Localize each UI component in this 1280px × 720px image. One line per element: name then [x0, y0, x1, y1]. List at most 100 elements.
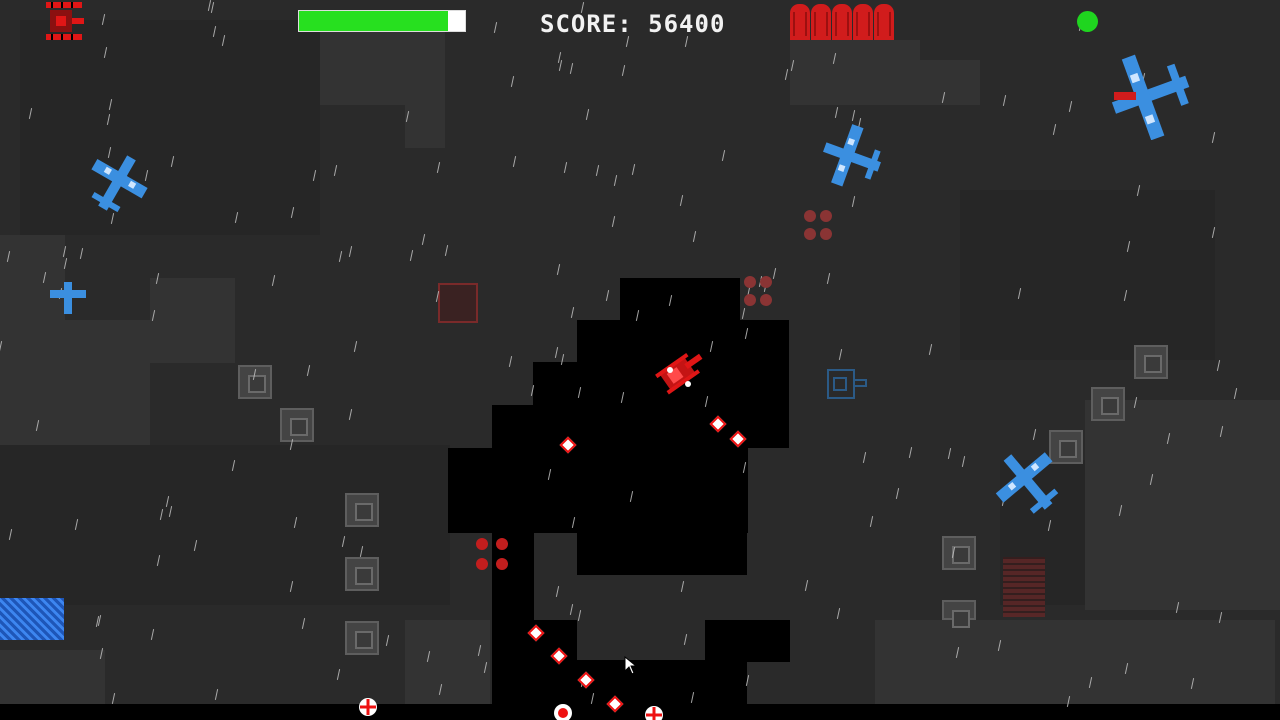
- rain-drop: [555, 586, 560, 597]
- terrain-dark: [960, 190, 1215, 360]
- rain-drop: [631, 164, 636, 175]
- rain-drop: [570, 307, 575, 318]
- rain-drop: [336, 669, 341, 680]
- terrain-light: [790, 40, 920, 105]
- status-indicator: [1077, 11, 1098, 32]
- rain-drop: [79, 248, 84, 259]
- rain-drop: [683, 634, 688, 645]
- rain-drop: [1032, 429, 1037, 440]
- explosion-marker: [554, 704, 572, 720]
- terrain-light: [0, 235, 65, 445]
- bottom-bar: [0, 704, 1280, 720]
- rain-drop: [271, 275, 276, 286]
- rain-drop: [421, 234, 426, 245]
- rain-drop: [826, 273, 831, 284]
- player-life-icon: [46, 2, 84, 40]
- rain-drop: [851, 196, 856, 207]
- rain-drop: [556, 264, 561, 275]
- crater-void: [448, 448, 748, 533]
- health-bar: [298, 10, 466, 32]
- rain-drop: [1233, 388, 1238, 399]
- terrain-light: [1085, 400, 1280, 610]
- rain-drop: [558, 60, 563, 71]
- rain-drop: [210, 2, 215, 13]
- rain-drop: [836, 608, 841, 619]
- rain-drop: [908, 447, 913, 458]
- rain-drop: [804, 580, 809, 591]
- terrain-light: [875, 620, 1275, 705]
- ammo-shell-icon: [853, 4, 873, 40]
- ammo-shell-icon: [811, 4, 831, 40]
- crate-block: [280, 408, 314, 442]
- enemy-plane: [995, 452, 1059, 514]
- rain-drop: [444, 245, 449, 256]
- enemy-plane: [91, 155, 148, 213]
- ammo-counter: [790, 4, 894, 40]
- rain-drop: [512, 156, 517, 167]
- terrain-light: [0, 650, 105, 705]
- rain-drop: [862, 452, 867, 463]
- rain-drop: [348, 409, 353, 420]
- rain-drop: [947, 448, 952, 459]
- rain-drop: [838, 349, 843, 360]
- rain-drop: [301, 618, 306, 629]
- rain-drop: [563, 162, 568, 173]
- rain-drop: [436, 162, 441, 173]
- rain-drop: [348, 246, 353, 257]
- terrain-light: [405, 620, 490, 705]
- rain-drop: [338, 251, 343, 262]
- rain-drop: [895, 488, 900, 499]
- rain-drop: [851, 110, 856, 121]
- terrain-light: [915, 60, 980, 105]
- crater-void: [620, 278, 740, 323]
- water-tile: [0, 598, 64, 640]
- ammo-shell-icon: [832, 4, 852, 40]
- rain-drop: [928, 344, 933, 355]
- rain-drop: [613, 175, 618, 186]
- enemy-tank-faded: [827, 369, 867, 399]
- rain-drop: [834, 107, 839, 118]
- rain-drop: [385, 635, 390, 646]
- debris-pile: [744, 276, 772, 306]
- terrain-dark: [0, 445, 450, 605]
- rain-drop: [510, 76, 515, 87]
- rain-drop: [595, 165, 600, 176]
- terrain-light: [320, 30, 445, 105]
- enemy-bunker: [438, 283, 478, 323]
- rain-drop: [1216, 360, 1221, 371]
- enemy-plane: [823, 124, 881, 187]
- rain-drop: [621, 65, 626, 76]
- rain-drop: [611, 216, 616, 227]
- rain-drop: [554, 347, 559, 358]
- rain-drop: [605, 290, 610, 301]
- ammo-shell-icon: [790, 4, 810, 40]
- health-bar-fill: [299, 11, 449, 31]
- rain-drop: [214, 689, 219, 700]
- enemy-plane: [50, 282, 86, 314]
- brick-wall: [1003, 557, 1045, 617]
- rain-drop: [493, 22, 498, 33]
- terrain-light: [65, 320, 150, 445]
- rain-drop: [306, 365, 311, 376]
- rain-drop: [353, 341, 358, 352]
- rain-drop: [333, 165, 338, 176]
- game-viewport[interactable]: SCORE: 56400: [0, 0, 1280, 720]
- crate-block: [1091, 387, 1125, 421]
- rain-drop: [577, 610, 582, 621]
- crater-void: [577, 530, 747, 575]
- crate-block: [942, 536, 976, 570]
- rain-drop: [721, 150, 726, 161]
- crate-block: [942, 600, 976, 628]
- debris-pile: [476, 538, 508, 570]
- ammo-shell-icon: [874, 4, 894, 40]
- rain-drop: [1068, 101, 1073, 112]
- rain-drop: [1211, 132, 1216, 143]
- score-label: SCORE: 56400: [540, 10, 726, 38]
- crate-block: [345, 621, 379, 655]
- explosion-marker: [359, 698, 377, 716]
- explosion-marker: [645, 706, 663, 720]
- crate-block: [1134, 345, 1168, 379]
- rain-drop: [1052, 124, 1057, 135]
- rain-drop: [508, 356, 513, 367]
- terrain-light: [150, 278, 235, 363]
